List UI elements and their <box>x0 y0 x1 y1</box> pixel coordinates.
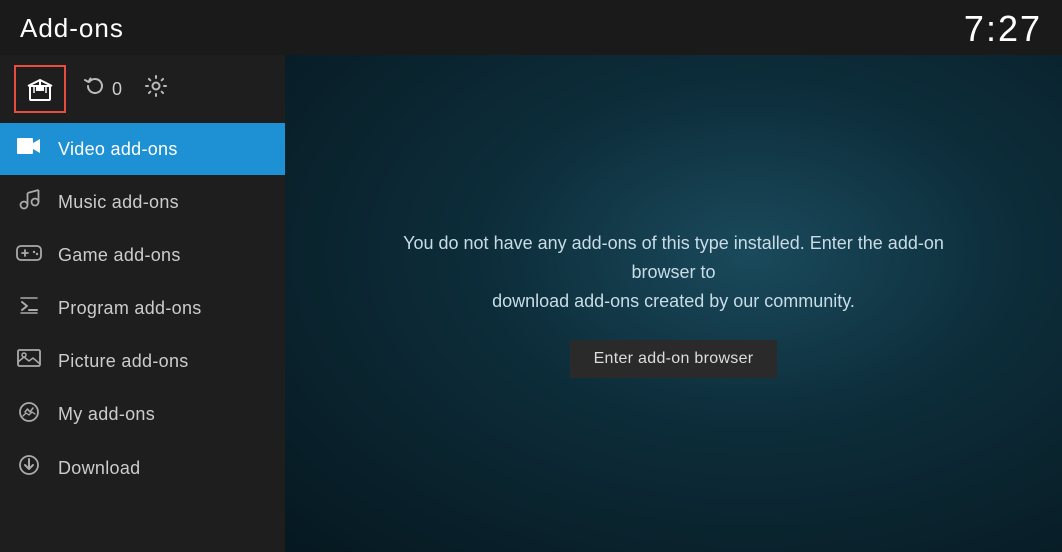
sidebar-item-game-label: Game add-ons <box>58 245 181 266</box>
clock-display: 7:27 <box>964 8 1042 50</box>
enter-addon-browser-button[interactable]: Enter add-on browser <box>570 340 778 378</box>
sidebar-item-myadons[interactable]: My add-ons <box>0 387 285 441</box>
sidebar-item-video-label: Video add-ons <box>58 139 178 160</box>
app-header: Add-ons 7:27 <box>0 0 1062 55</box>
sidebar-item-game[interactable]: Game add-ons <box>0 229 285 281</box>
video-icon <box>16 136 42 162</box>
update-count: 0 <box>112 79 122 100</box>
sidebar-item-music-label: Music add-ons <box>58 192 179 213</box>
sidebar-item-download-label: Download <box>58 458 140 479</box>
sidebar-item-program[interactable]: Program add-ons <box>0 281 285 335</box>
sidebar-item-picture[interactable]: Picture add-ons <box>0 335 285 387</box>
app-body: 0 Video add-ons <box>0 55 1062 552</box>
game-icon <box>16 242 42 268</box>
program-icon <box>16 294 42 322</box>
sidebar-toolbar: 0 <box>0 55 285 123</box>
myadons-icon <box>16 400 42 428</box>
sidebar-item-music[interactable]: Music add-ons <box>0 175 285 229</box>
nav-items-list: Video add-ons Music add-ons <box>0 123 285 495</box>
music-icon <box>16 188 42 216</box>
empty-state-message: You do not have any add-ons of this type… <box>374 229 974 315</box>
picture-icon <box>16 348 42 374</box>
package-icon <box>26 76 54 102</box>
sidebar-item-myadons-label: My add-ons <box>58 404 155 425</box>
refresh-wrap: 0 <box>84 75 122 103</box>
sidebar: 0 Video add-ons <box>0 55 285 552</box>
sidebar-item-download[interactable]: Download <box>0 441 285 495</box>
settings-icon[interactable] <box>144 74 168 104</box>
main-content: You do not have any add-ons of this type… <box>285 55 1062 552</box>
sidebar-item-program-label: Program add-ons <box>58 298 202 319</box>
addon-box-icon-button[interactable] <box>14 65 66 113</box>
app-title: Add-ons <box>20 13 124 44</box>
sidebar-item-picture-label: Picture add-ons <box>58 351 189 372</box>
refresh-icon[interactable] <box>84 75 106 103</box>
sidebar-item-video[interactable]: Video add-ons <box>0 123 285 175</box>
download-icon <box>16 454 42 482</box>
